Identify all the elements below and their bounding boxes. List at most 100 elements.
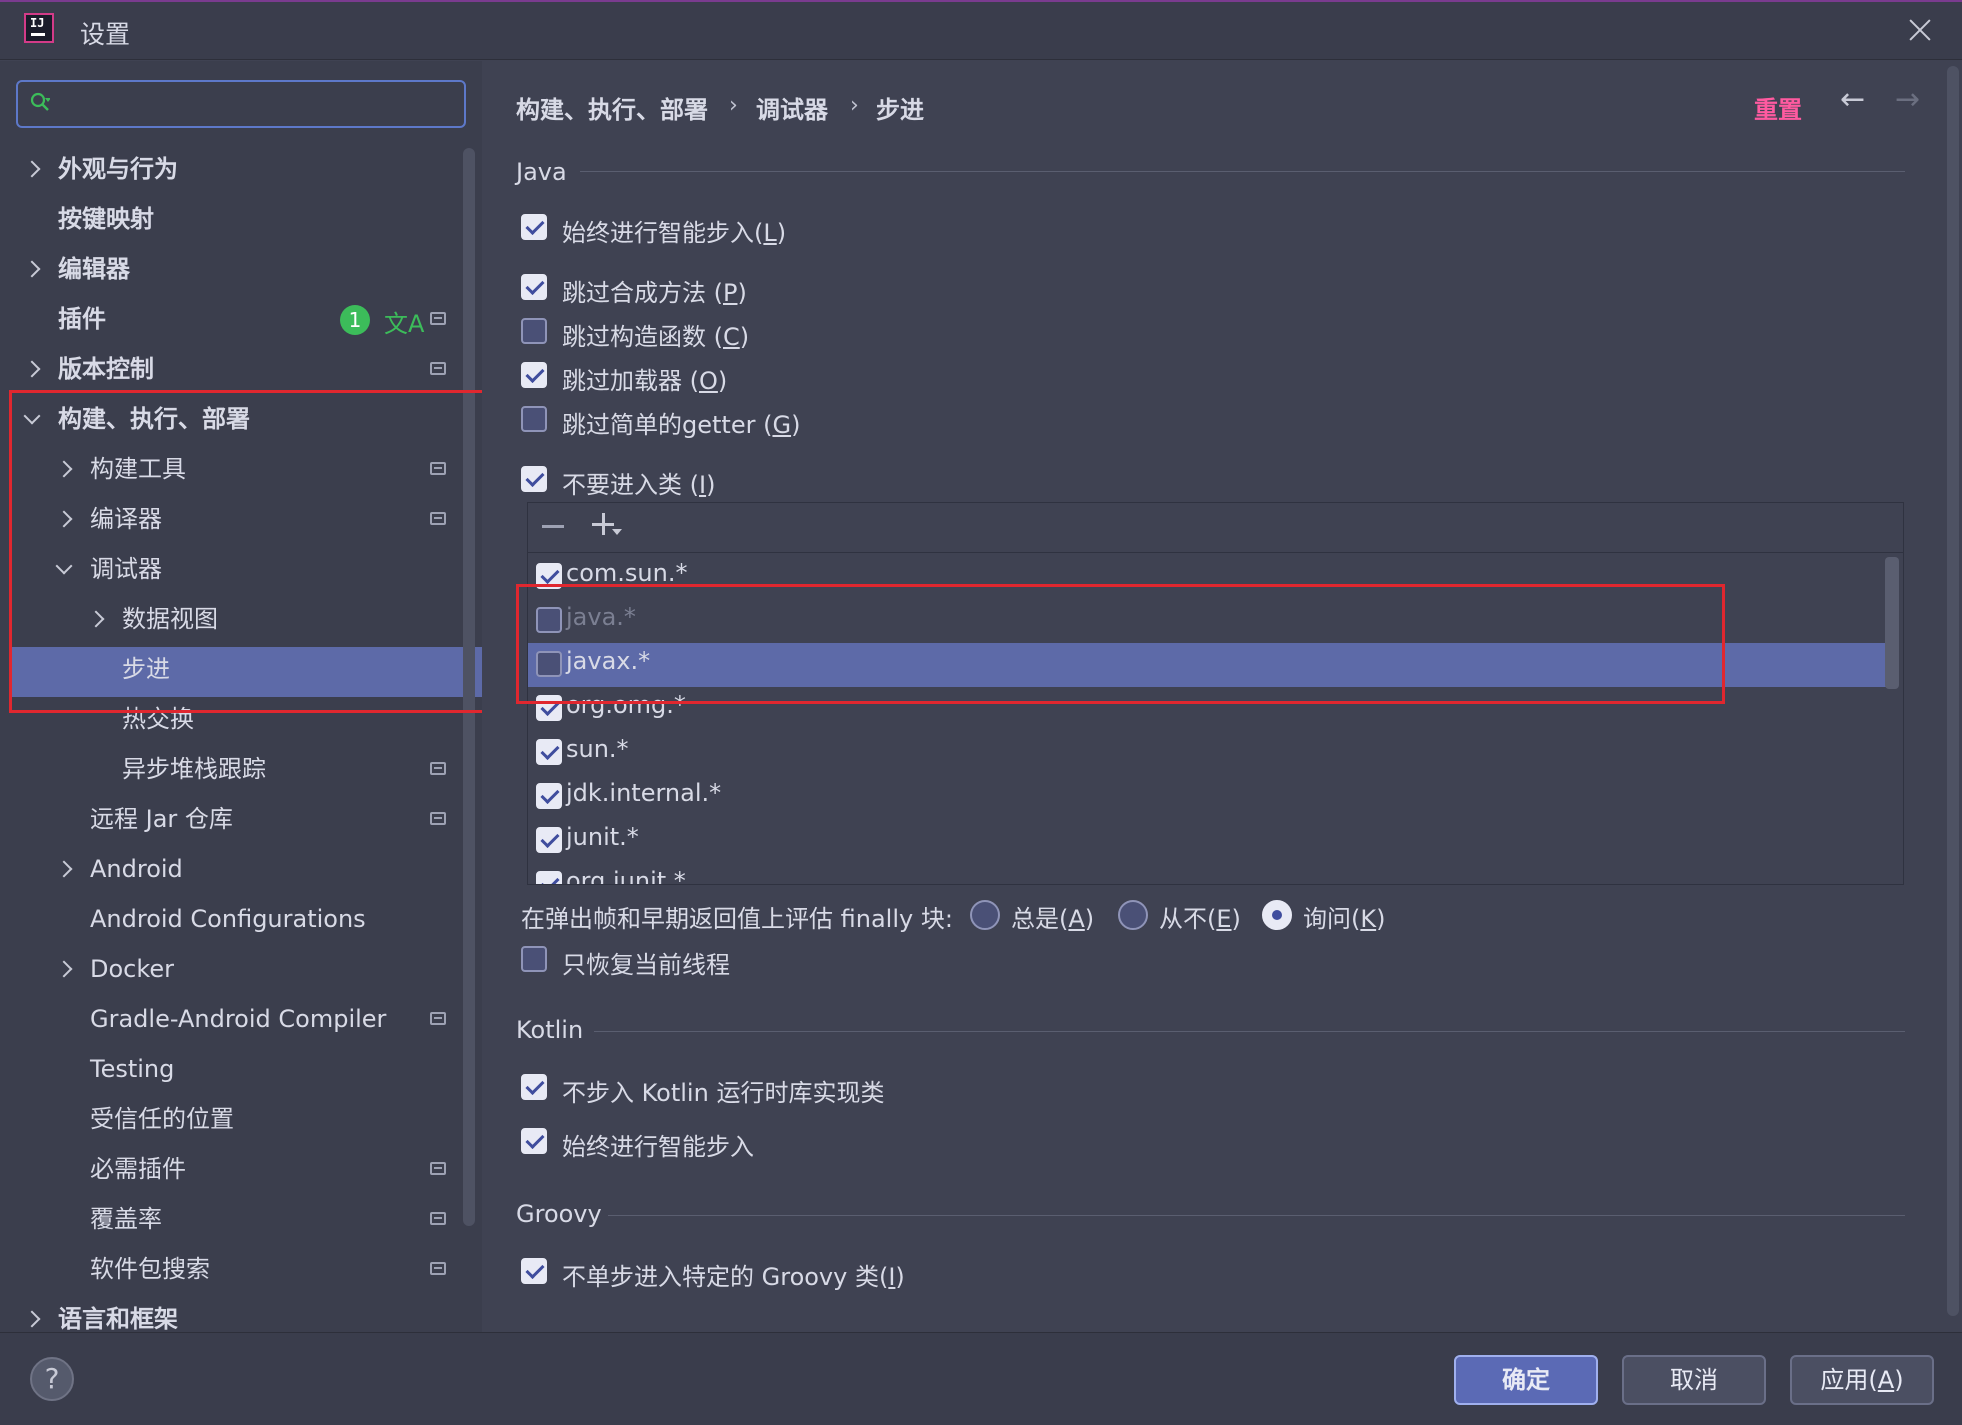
chevron-right-icon[interactable] [23, 360, 41, 378]
sidebar-item[interactable]: 软件包搜索 [0, 1244, 460, 1294]
dropdown-caret-icon[interactable] [612, 529, 622, 535]
chevron-right-icon[interactable] [23, 1310, 41, 1328]
skip-constructors-checkbox[interactable] [521, 318, 547, 344]
sidebar-item-label: Android [90, 855, 183, 883]
skip-constructors-label[interactable]: 跳过构造函数 (C) [562, 317, 749, 352]
sidebar-item[interactable]: 异步堆栈跟踪 [0, 744, 460, 794]
groovy-no-step-into-label[interactable]: 不单步进入特定的 Groovy 类(I) [562, 1257, 905, 1292]
class-filter-row[interactable]: sun.* [528, 731, 1888, 775]
section-divider [580, 171, 1905, 172]
do-not-step-into-label[interactable]: 不要进入类 (I) [562, 465, 715, 500]
finally-never-radio[interactable] [1118, 900, 1148, 930]
sidebar-item[interactable]: 覆盖率 [0, 1194, 460, 1244]
search-input[interactable] [70, 88, 450, 120]
do-not-step-into-checkbox[interactable] [521, 466, 547, 492]
class-filter-row[interactable]: org.junit.* [528, 863, 1888, 885]
help-button[interactable]: ? [30, 1357, 74, 1401]
back-arrow-icon[interactable]: ← [1840, 82, 1865, 117]
chevron-right-icon[interactable] [55, 960, 73, 978]
sidebar-item[interactable]: Android Configurations [0, 894, 460, 944]
project-scope-icon [430, 1162, 446, 1175]
groovy-no-step-into-checkbox[interactable] [521, 1258, 547, 1284]
translate-icon: 文A [384, 310, 425, 338]
sidebar-item[interactable]: Gradle-Android Compiler [0, 994, 460, 1044]
reset-link[interactable]: 重置 [1754, 90, 1802, 125]
breadcrumb-item-stepping: 步进 [876, 96, 924, 124]
skip-classloaders-checkbox[interactable] [521, 362, 547, 388]
close-icon[interactable] [1903, 13, 1937, 47]
sidebar-item-label: 受信任的位置 [90, 1105, 234, 1133]
kotlin-smart-step-checkbox[interactable] [521, 1128, 547, 1154]
skip-classloaders-label[interactable]: 跳过加载器 (O) [562, 361, 727, 396]
chevron-right-icon[interactable] [55, 860, 73, 878]
search-box[interactable] [16, 80, 466, 128]
plugin-update-badge: 1 [340, 305, 370, 335]
sidebar-item[interactable]: 受信任的位置 [0, 1094, 460, 1144]
forward-arrow-icon[interactable]: → [1895, 82, 1920, 117]
sidebar-item-label: 远程 Jar 仓库 [90, 805, 233, 833]
cancel-button[interactable]: 取消 [1622, 1355, 1766, 1405]
class-filter-checkbox[interactable] [536, 783, 562, 809]
apply-button[interactable]: 应用(A) [1790, 1355, 1934, 1405]
chevron-right-icon[interactable] [23, 160, 41, 178]
skip-getters-checkbox[interactable] [521, 406, 547, 432]
sidebar-item-label: 必需插件 [90, 1155, 186, 1183]
list-scrollbar[interactable] [1885, 557, 1899, 689]
smart-step-checkbox[interactable] [521, 214, 547, 240]
sidebar-item[interactable]: Testing [0, 1044, 460, 1094]
sidebar-item-label: 覆盖率 [90, 1205, 162, 1233]
resume-current-thread-label[interactable]: 只恢复当前线程 [562, 945, 730, 980]
class-filter-checkbox[interactable] [536, 739, 562, 765]
kotlin-no-stdlib-checkbox[interactable] [521, 1074, 547, 1100]
intellij-icon [24, 13, 54, 43]
kotlin-smart-step-label[interactable]: 始终进行智能步入 [562, 1127, 754, 1162]
sidebar-item[interactable]: 版本控制 [0, 344, 460, 394]
class-filter-pattern: sun.* [566, 735, 629, 763]
skip-synthetic-checkbox[interactable] [521, 274, 547, 300]
sidebar-item-label: 编辑器 [58, 255, 130, 283]
sidebar-item[interactable]: 按键映射 [0, 194, 460, 244]
class-filter-checkbox[interactable] [536, 827, 562, 853]
sidebar-item[interactable]: 外观与行为 [0, 144, 460, 194]
class-filter-pattern: org.junit.* [566, 867, 686, 885]
sidebar-item-label: 异步堆栈跟踪 [122, 755, 266, 783]
breadcrumb-item-build[interactable]: 构建、执行、部署 [516, 90, 708, 125]
project-scope-icon [430, 312, 446, 325]
class-filter-row[interactable]: jdk.internal.* [528, 775, 1888, 819]
kotlin-no-stdlib-label[interactable]: 不步入 Kotlin 运行时库实现类 [562, 1073, 884, 1108]
ok-button[interactable]: 确定 [1454, 1355, 1598, 1405]
chevron-right-icon[interactable] [23, 260, 41, 278]
class-filter-pattern: com.sun.* [566, 559, 688, 587]
finally-ask-radio[interactable] [1262, 900, 1292, 930]
sidebar-item[interactable]: Android [0, 844, 460, 894]
finally-never-label[interactable]: 从不(E) [1159, 899, 1241, 934]
sidebar-item[interactable]: 远程 Jar 仓库 [0, 794, 460, 844]
project-scope-icon [430, 1212, 446, 1225]
sidebar-item-label: 插件 [58, 305, 106, 333]
finally-always-label[interactable]: 总是(A) [1011, 899, 1094, 934]
finally-label: 在弹出帧和早期返回值上评估 finally 块: [521, 905, 953, 933]
add-icon[interactable] [592, 513, 614, 535]
class-filter-checkbox[interactable] [536, 871, 562, 884]
sidebar-item[interactable]: 编辑器 [0, 244, 460, 294]
sidebar-item[interactable]: Docker [0, 944, 460, 994]
class-filter-row[interactable]: junit.* [528, 819, 1888, 863]
finally-ask-label[interactable]: 询问(K) [1303, 899, 1386, 934]
content-scrollbar[interactable] [1947, 66, 1959, 1316]
sidebar-item-label: 软件包搜索 [90, 1255, 210, 1283]
sidebar-item-label: Docker [90, 955, 175, 983]
finally-always-radio[interactable] [970, 900, 1000, 930]
project-scope-icon [430, 762, 446, 775]
sidebar-item-label: 版本控制 [58, 355, 154, 383]
project-scope-icon [430, 1012, 446, 1025]
sidebar-item-label: 按键映射 [58, 205, 154, 233]
skip-synthetic-label[interactable]: 跳过合成方法 (P) [562, 273, 747, 308]
remove-icon[interactable] [542, 525, 564, 528]
section-title-java: Java [516, 158, 567, 186]
breadcrumb-item-debugger[interactable]: 调试器 [756, 90, 828, 125]
resume-current-thread-checkbox[interactable] [521, 946, 547, 972]
skip-getters-label[interactable]: 跳过简单的getter (G) [562, 405, 800, 440]
list-toolbar [528, 503, 1903, 553]
sidebar-item[interactable]: 必需插件 [0, 1144, 460, 1194]
smart-step-label[interactable]: 始终进行智能步入(L) [562, 213, 786, 248]
